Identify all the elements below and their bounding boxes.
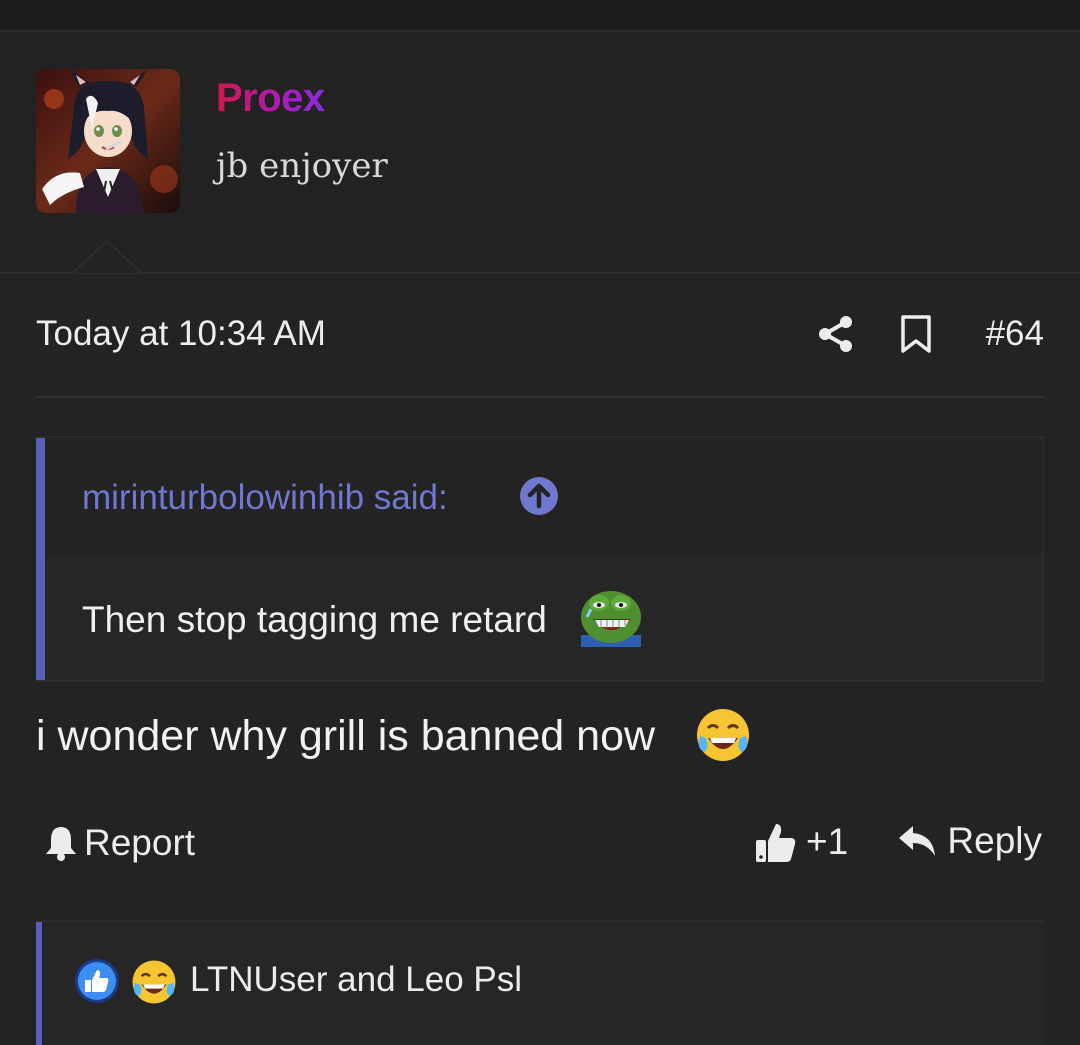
quote-accent-bar <box>36 438 45 680</box>
post-author-header: Proex jb enjoyer <box>0 32 1080 274</box>
report-label: Report <box>84 822 196 863</box>
laughing-crying-emoji <box>697 709 749 761</box>
quote-content: Then stop tagging me retard <box>45 555 1042 680</box>
thumbs-up-icon <box>756 824 796 862</box>
previous-post-edge <box>0 0 1080 32</box>
post-timestamp[interactable]: Today at 10:34 AM <box>36 314 326 354</box>
forum-post-page: Proex jb enjoyer Today at 10:34 AM #64 m… <box>0 0 1080 1045</box>
reactions-summary[interactable]: LTNUser and Leo Psl <box>190 960 522 1000</box>
bell-icon <box>46 827 76 861</box>
like-count: +1 <box>806 821 849 862</box>
pepe-emoji <box>581 591 641 647</box>
avatar[interactable] <box>36 69 180 213</box>
share-icon[interactable] <box>816 314 856 354</box>
reply-label: Reply <box>947 820 1042 861</box>
quote-author-link[interactable]: mirinturbolowinhib said: <box>82 478 448 518</box>
post-actions: Report +1 Reply <box>36 818 1044 872</box>
divider <box>36 396 1044 398</box>
quote-block: mirinturbolowinhib said: Then stop taggi… <box>36 436 1044 682</box>
user-title: jb enjoyer <box>216 146 388 186</box>
reply-button[interactable]: Reply <box>897 820 1042 862</box>
like-reaction-icon <box>75 959 119 1003</box>
quote-header: mirinturbolowinhib said: <box>45 438 1042 555</box>
reactions-accent-bar <box>36 922 42 1045</box>
arrow-up-circle-icon[interactable] <box>519 476 559 516</box>
username[interactable]: Proex <box>216 76 325 121</box>
like-button[interactable]: +1 <box>754 820 848 864</box>
quote-text: Then stop tagging me retard <box>82 599 547 640</box>
post-meta-row: Today at 10:34 AM #64 <box>36 310 1044 360</box>
post-number[interactable]: #64 <box>986 314 1044 354</box>
report-button[interactable]: Report <box>44 822 195 864</box>
bookmark-icon[interactable] <box>898 314 934 354</box>
post-message: i wonder why grill is banned now <box>36 712 656 760</box>
reply-icon <box>899 826 936 856</box>
reactions-bar[interactable]: LTNUser and Leo Psl <box>36 920 1044 1045</box>
laughing-crying-emoji <box>132 960 176 1004</box>
header-pointer <box>72 240 142 273</box>
